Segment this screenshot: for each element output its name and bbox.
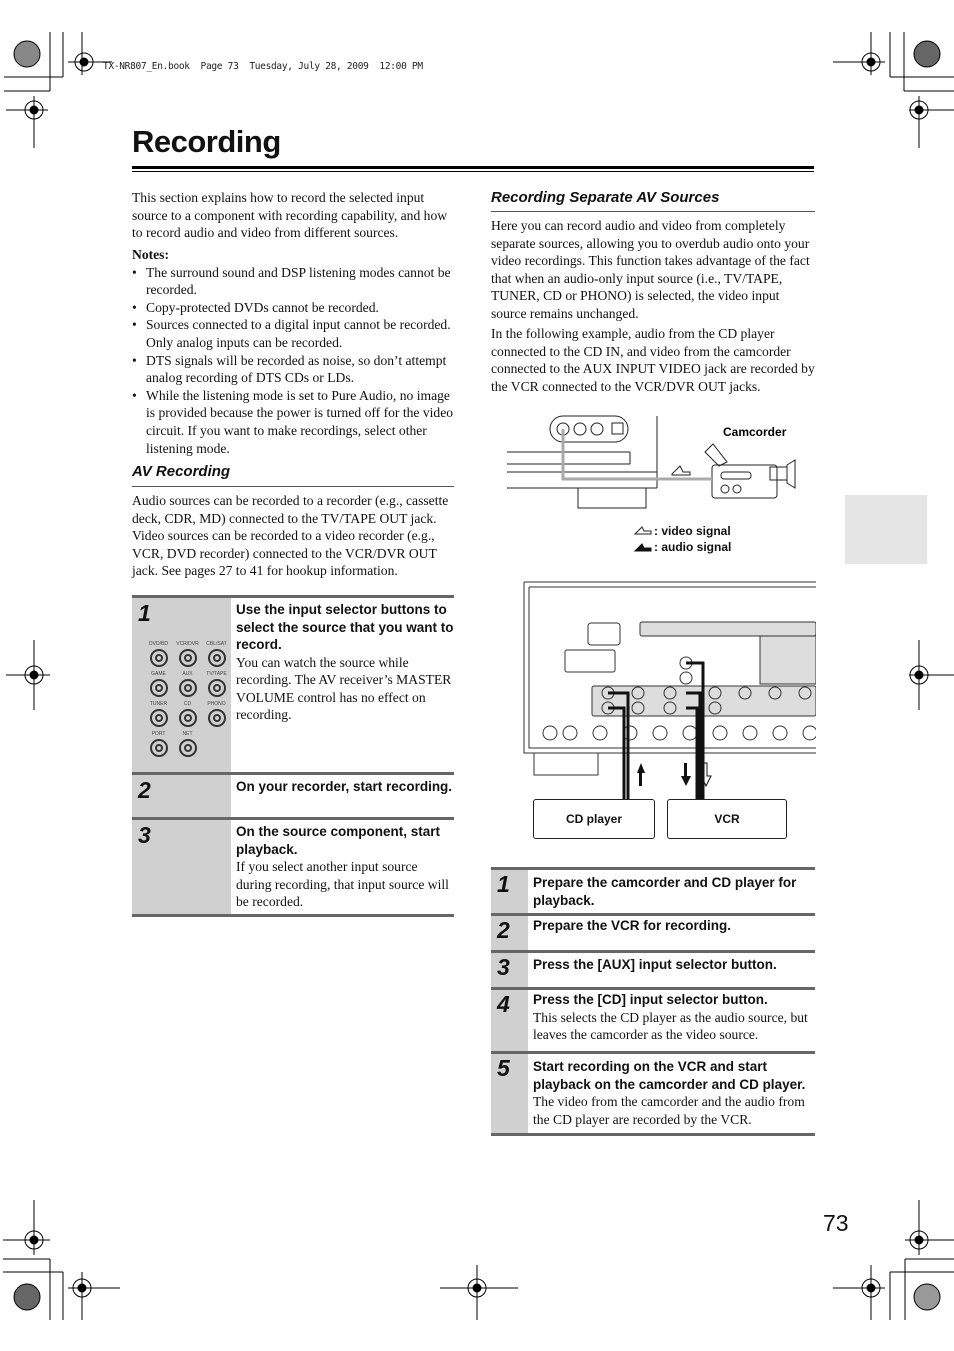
notes-title: Notes: xyxy=(132,247,169,262)
step-row: 4 Press the [CD] input selector button. … xyxy=(491,988,815,1053)
camcorder-connection-diagram: Camcorder xyxy=(507,415,796,509)
selector-button: DVD/BD xyxy=(144,641,173,667)
step-number: 2 xyxy=(138,777,151,803)
note-item: While the listening mode is set to Pure … xyxy=(132,387,454,457)
selector-button: TV/TAPE xyxy=(202,671,231,697)
step-title: On the source component, start playback. xyxy=(236,824,441,857)
step-number: 1 xyxy=(497,871,510,897)
step-row: 1 Prepare the camcorder and CD player fo… xyxy=(491,868,815,915)
selector-button: TUNER xyxy=(144,701,173,727)
cd-player-box: CD player xyxy=(533,799,655,839)
note-item: Copy-protected DVDs cannot be recorded. xyxy=(132,299,454,317)
step-title: Prepare the VCR for recording. xyxy=(533,918,732,933)
notes-section: Notes: The surround sound and DSP listen… xyxy=(132,246,454,457)
step-title: Start recording on the VCR and start pla… xyxy=(533,1059,806,1092)
step-row: 3 Press the [AUX] input selector button. xyxy=(491,951,815,989)
selector-button: CBL/SAT xyxy=(202,641,231,667)
step-number: 3 xyxy=(497,954,510,980)
input-selector-buttons: DVD/BD VCR/DVR CBL/SAT GAME AUX TV/TAPE … xyxy=(144,641,231,757)
title-rule-thin xyxy=(132,171,814,172)
legend-audio: : audio signal xyxy=(654,540,732,554)
separate-av-para2: In the following example, audio from the… xyxy=(491,326,815,394)
vcr-box: VCR xyxy=(667,799,787,839)
selector-button: VCR/DVR xyxy=(173,641,202,667)
note-item: Sources connected to a digital input can… xyxy=(132,316,454,351)
title-rule xyxy=(132,166,814,169)
step-body: If you select another input source durin… xyxy=(236,859,449,910)
section-rule xyxy=(132,486,454,487)
chapter-tab xyxy=(845,495,927,564)
step-title: On your recorder, start recording. xyxy=(236,779,453,794)
audio-signal-icon xyxy=(633,543,652,552)
step-row: 2 Prepare the VCR for recording. xyxy=(491,914,815,952)
color-target-icon xyxy=(13,40,41,68)
selector-button: NET xyxy=(173,731,202,757)
note-item: The surround sound and DSP listening mod… xyxy=(132,264,454,299)
intro-text: This section explains how to record the … xyxy=(132,190,448,241)
selector-button: AUX xyxy=(173,671,202,697)
legend-video: : video signal xyxy=(654,524,731,538)
step-row: 2 On your recorder, start recording. xyxy=(132,773,454,819)
vcr-label: VCR xyxy=(714,812,740,826)
step-title: Prepare the camcorder and CD player for … xyxy=(533,875,797,908)
separate-av-heading: Recording Separate AV Sources xyxy=(491,189,720,206)
right-steps: 1 Prepare the camcorder and CD player fo… xyxy=(491,867,815,1136)
av-recording-heading: AV Recording xyxy=(132,463,231,480)
step-body: The video from the camcorder and the aud… xyxy=(533,1094,805,1127)
cd-player-label: CD player xyxy=(565,812,623,826)
note-item: DTS signals will be recorded as noise, s… xyxy=(132,352,454,387)
section-rule xyxy=(491,211,815,212)
step-number: 3 xyxy=(138,822,151,848)
step-row: 3 On the source component, start playbac… xyxy=(132,818,454,914)
print-header: TX-NR807_En.book Page 73 Tuesday, July 2… xyxy=(103,61,423,72)
vcr-audio-cable-r xyxy=(686,706,699,800)
step-number: 5 xyxy=(497,1055,510,1081)
notes-list: The surround sound and DSP listening mod… xyxy=(132,264,454,458)
step-body: You can watch the source while recording… xyxy=(236,654,452,723)
step-title: Use the input selector buttons to select… xyxy=(236,602,454,652)
step-body: This selects the CD player as the audio … xyxy=(533,1009,808,1043)
selector-button: PHONO xyxy=(202,701,231,727)
page-title: Recording xyxy=(132,124,281,159)
camcorder-icon xyxy=(711,464,778,499)
selector-button: GAME xyxy=(144,671,173,697)
step-title: Press the [AUX] input selector button. xyxy=(533,957,777,972)
signal-legend-icons xyxy=(633,526,652,552)
cd-audio-cable-r xyxy=(608,706,626,800)
step-row: 1 DVD/BD VCR/DVR CBL/SAT GAME AUX TV/TAP… xyxy=(132,596,454,774)
camcorder-label: Camcorder xyxy=(723,425,787,439)
step-row: 5 Start recording on the VCR and start p… xyxy=(491,1052,815,1133)
audio-out-arrow-icon xyxy=(681,763,691,786)
step-number: 4 xyxy=(497,991,510,1017)
separate-av-para1: Here you can record audio and video from… xyxy=(491,218,810,321)
selector-button: PORT xyxy=(144,731,173,757)
selector-button: CD xyxy=(173,701,202,727)
step-title: Press the [CD] input selector button. xyxy=(533,992,768,1007)
audio-in-arrow-icon xyxy=(637,763,645,786)
page-number: 73 xyxy=(823,1210,849,1236)
step-number: 1 xyxy=(138,600,151,626)
av-recording-body: Audio sources can be recorded to a recor… xyxy=(132,493,449,579)
left-steps: 1 DVD/BD VCR/DVR CBL/SAT GAME AUX TV/TAP… xyxy=(132,595,454,917)
video-signal-icon xyxy=(633,526,652,535)
step-number: 2 xyxy=(497,917,510,943)
